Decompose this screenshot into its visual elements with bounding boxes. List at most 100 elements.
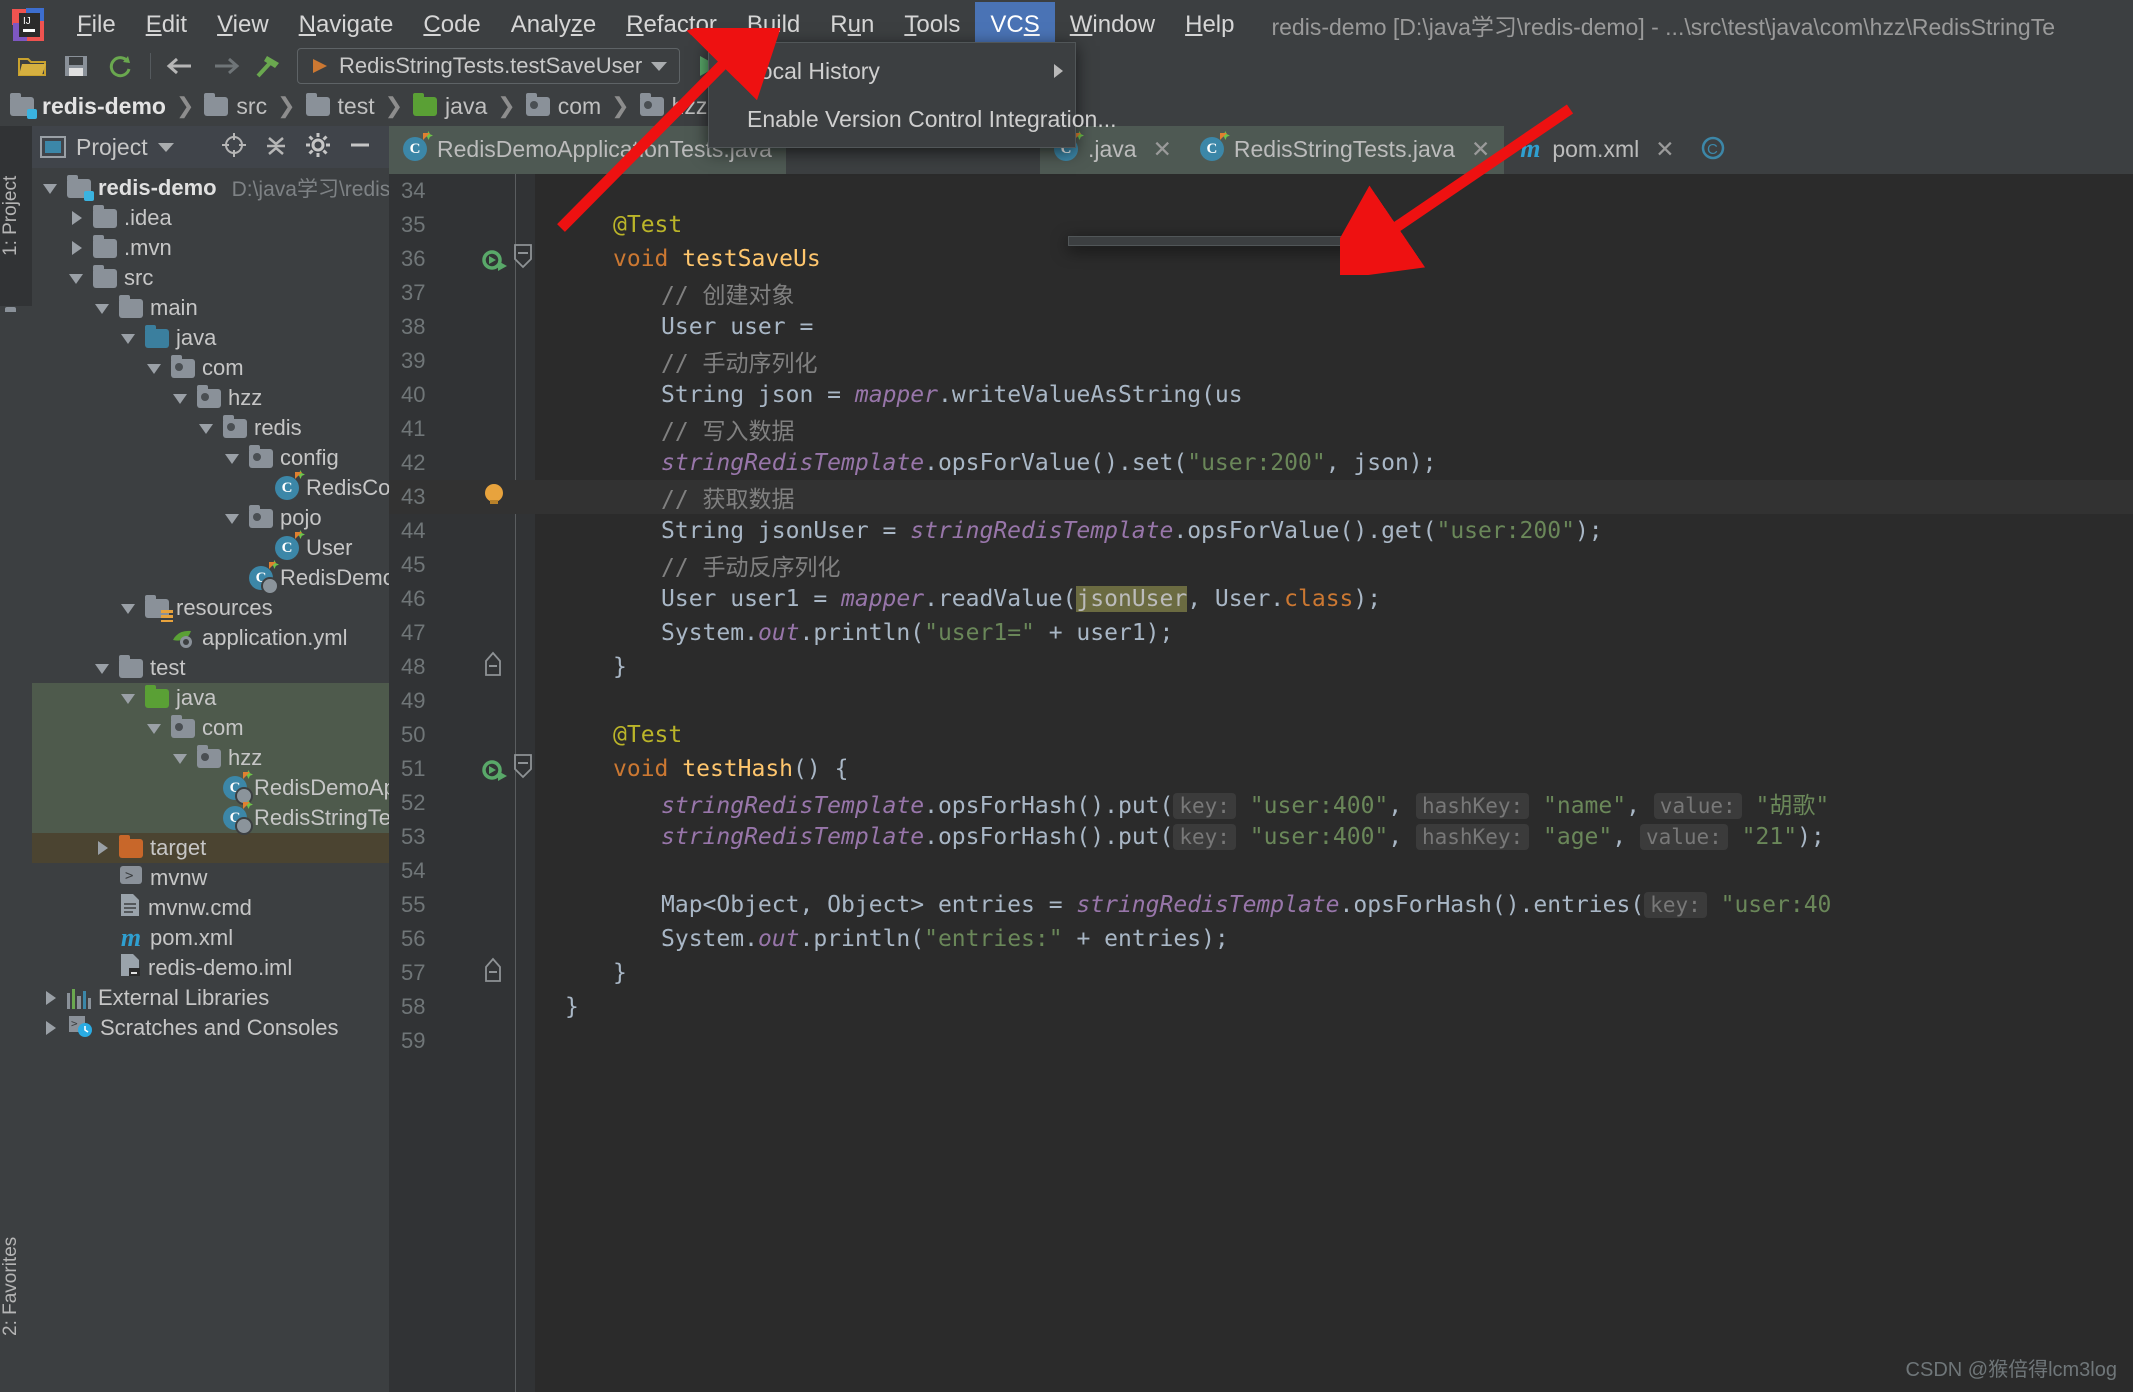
more-tabs-icon[interactable]: C xyxy=(1689,134,1737,167)
tree-node-redisconfi[interactable]: C RedisConfi xyxy=(32,470,414,503)
breadcrumb-item-hzz[interactable]: hzz xyxy=(639,92,707,120)
tree-toggle-icon[interactable] xyxy=(224,449,242,467)
tree-node-user[interactable]: C User xyxy=(32,530,389,563)
tree-toggle-icon[interactable] xyxy=(94,899,112,917)
vcs-dropdown-menu[interactable]: Local History Enable Version Control Inte… xyxy=(708,42,1117,148)
tree-toggle-icon[interactable] xyxy=(120,689,138,707)
tree-toggle-icon[interactable] xyxy=(120,329,138,347)
tree-toggle-icon[interactable] xyxy=(94,299,112,317)
collapse-all-icon[interactable] xyxy=(263,132,289,163)
run-test-gutter-icon[interactable] xyxy=(481,759,511,785)
rail-tab-project[interactable]: 1: Project xyxy=(0,126,32,306)
tree-node-src[interactable]: src xyxy=(32,263,389,293)
tree-toggle-icon[interactable] xyxy=(94,839,112,857)
tree-toggle-icon[interactable] xyxy=(198,779,216,797)
code-token: "entries:" xyxy=(924,926,1063,952)
intention-bulb-icon[interactable] xyxy=(481,484,509,513)
tree-node-mvnw-cmd[interactable]: mvnw.cmd xyxy=(32,893,389,923)
tree-toggle-icon[interactable] xyxy=(42,989,60,1007)
tree-toggle-icon[interactable] xyxy=(224,569,242,587)
close-icon[interactable]: ✕ xyxy=(1655,136,1674,163)
tree-node-redis-demo-iml[interactable]: redis-demo.iml xyxy=(32,953,389,983)
tree-node-redisdemoappli[interactable]: C RedisDemoAppli xyxy=(32,770,418,805)
tree-toggle-icon[interactable] xyxy=(94,959,112,977)
close-icon[interactable]: ✕ xyxy=(1471,136,1490,163)
breadcrumb-item-test[interactable]: test xyxy=(305,92,375,120)
tree-toggle-icon[interactable] xyxy=(146,359,164,377)
tree-node-redis[interactable]: redis xyxy=(32,413,389,443)
tree-toggle-icon[interactable] xyxy=(42,1019,60,1037)
tree-node-scratches-and-consoles[interactable]: > Scratches and Consoles xyxy=(32,1013,389,1043)
breadcrumb-item-src[interactable]: src xyxy=(204,92,267,120)
tree-toggle-icon[interactable] xyxy=(198,419,216,437)
tree-node-config[interactable]: config xyxy=(32,443,389,473)
tree-toggle-icon[interactable] xyxy=(68,209,86,227)
tree-node-external-libraries[interactable]: External Libraries xyxy=(32,983,389,1013)
tree-node-hzz[interactable]: hzz xyxy=(32,743,389,773)
tree-node-resources[interactable]: resources xyxy=(32,593,389,623)
code-token: value: xyxy=(1639,824,1728,850)
tree-node-pojo[interactable]: pojo xyxy=(32,503,389,533)
tree-toggle-icon[interactable] xyxy=(146,719,164,737)
hide-panel-icon[interactable] xyxy=(347,132,373,163)
tree-node-redisdemoappli[interactable]: C RedisDemoAppli xyxy=(32,560,444,595)
tree-toggle-icon[interactable] xyxy=(42,179,60,197)
tree-toggle-icon[interactable] xyxy=(224,509,242,527)
tree-node-redisstringtests[interactable]: C RedisStringTests xyxy=(32,800,419,835)
editor-tab-pom[interactable]: m pom.xml ✕ xyxy=(1504,126,1689,174)
breadcrumb-item-com[interactable]: com xyxy=(525,92,601,120)
code-editor[interactable]: 34 35 @Test 36 void testSaveUs 37 // 创建对象 38 Use… xyxy=(389,174,2133,1392)
run-configuration-selector[interactable]: RedisStringTests.testSaveUser xyxy=(297,48,681,84)
import-into-version-control-submenu[interactable] xyxy=(1068,236,1372,246)
save-icon[interactable] xyxy=(54,46,98,86)
tree-node-java[interactable]: java xyxy=(32,683,389,713)
vcs-menu-item-local-history[interactable]: Local History xyxy=(709,47,1075,95)
package-icon xyxy=(223,414,247,438)
tree-toggle-icon[interactable] xyxy=(94,869,112,887)
run-test-gutter-icon[interactable] xyxy=(481,249,511,275)
tree-node-main[interactable]: main xyxy=(32,293,389,323)
tree-node-pom-xml[interactable]: m pom.xml xyxy=(32,923,389,953)
vcs-menu-item-enable-version-control-integration[interactable]: Enable Version Control Integration... xyxy=(709,95,1117,143)
open-folder-icon[interactable] xyxy=(10,46,54,86)
tree-toggle-icon[interactable] xyxy=(250,539,268,557)
fold-end-icon[interactable] xyxy=(481,957,505,989)
forward-arrow-icon[interactable] xyxy=(203,46,247,86)
sync-icon[interactable] xyxy=(98,46,142,86)
breadcrumb-item-java[interactable]: java xyxy=(413,92,487,120)
settings-gear-icon[interactable] xyxy=(305,132,331,163)
tree-node-com[interactable]: com xyxy=(32,353,389,383)
tree-node--idea[interactable]: .idea xyxy=(32,203,389,233)
tree-node-target[interactable]: target xyxy=(32,833,389,863)
tree-node-com[interactable]: com xyxy=(32,713,389,743)
tree-node-test[interactable]: test xyxy=(32,653,389,683)
tree-toggle-icon[interactable] xyxy=(198,809,216,827)
fold-collapse-icon[interactable] xyxy=(511,243,535,275)
tree-toggle-icon[interactable] xyxy=(172,389,190,407)
tree-toggle-icon[interactable] xyxy=(94,929,112,947)
fold-collapse-icon[interactable] xyxy=(511,753,535,785)
tree-toggle-icon[interactable] xyxy=(68,269,86,287)
editor-tab-redisstringtests[interactable]: C RedisStringTests.java ✕ xyxy=(1185,126,1505,174)
tree-node-java[interactable]: java xyxy=(32,323,389,353)
tree-toggle-icon[interactable] xyxy=(146,629,164,647)
tree-node-application-yml[interactable]: application.yml xyxy=(32,623,389,653)
chevron-down-icon[interactable] xyxy=(157,142,174,152)
tree-toggle-icon[interactable] xyxy=(172,749,190,767)
tree-toggle-icon[interactable] xyxy=(250,479,268,497)
project-tree[interactable]: redis-demo D:\java学习\redis-dem .idea .mvn sr… xyxy=(32,168,444,1043)
locate-icon[interactable] xyxy=(221,132,247,163)
close-icon[interactable]: ✕ xyxy=(1153,136,1172,163)
rail-tab-favorites[interactable]: 2: Favorites xyxy=(0,1186,32,1386)
tree-node-redis-demo[interactable]: redis-demo D:\java学习\redis-dem xyxy=(32,173,438,203)
breadcrumb-item-redis-demo[interactable]: redis-demo xyxy=(10,92,166,120)
back-arrow-icon[interactable] xyxy=(159,46,203,86)
fold-end-icon[interactable] xyxy=(481,651,505,683)
tree-toggle-icon[interactable] xyxy=(68,239,86,257)
tree-toggle-icon[interactable] xyxy=(94,659,112,677)
tree-toggle-icon[interactable] xyxy=(120,599,138,617)
tree-node-hzz[interactable]: hzz xyxy=(32,383,389,413)
tree-node-mvnw[interactable]: > mvnw xyxy=(32,863,389,893)
tree-node--mvn[interactable]: .mvn xyxy=(32,233,389,263)
build-hammer-icon[interactable] xyxy=(247,46,291,86)
